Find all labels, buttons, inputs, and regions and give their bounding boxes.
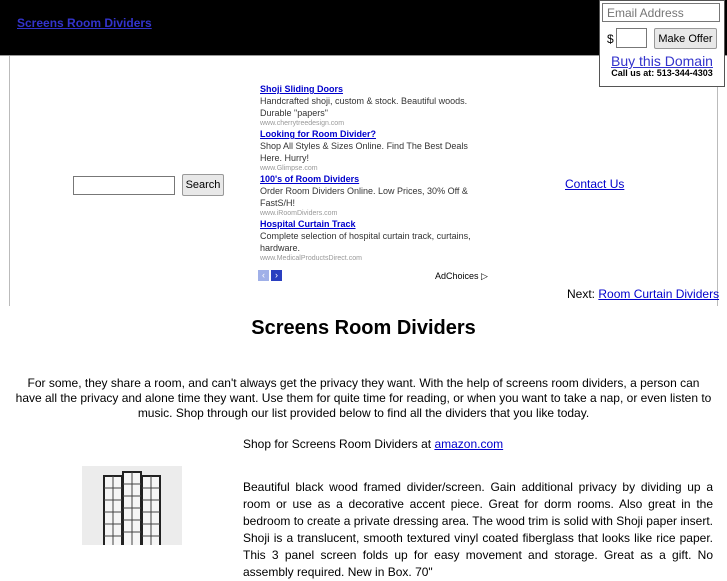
ad-pagination: ‹ ›	[258, 270, 284, 288]
next-page-link[interactable]: Room Curtain Dividers	[598, 287, 719, 301]
shop-prefix: Shop for Screens Room Dividers at	[243, 437, 432, 451]
ad-item: Shoji Sliding Doors Handcrafted shoji, c…	[260, 84, 492, 129]
ad-title-link[interactable]: Looking for Room Divider?	[260, 129, 492, 140]
adchoices-icon: ▷	[481, 271, 488, 281]
folding-screen-icon	[82, 466, 182, 545]
next-navigation: Next: Room Curtain Dividers	[567, 287, 719, 301]
make-offer-button[interactable]: Make Offer	[654, 28, 717, 49]
intro-paragraph: For some, they share a room, and can't a…	[15, 376, 712, 420]
ad-url[interactable]: www.Glimpse.com	[260, 164, 492, 174]
next-prefix: Next:	[567, 287, 596, 301]
site-title-link[interactable]: Screens Room Dividers	[17, 16, 152, 30]
ad-url[interactable]: www.cherrytreedesign.com	[260, 119, 492, 129]
ad-title-link[interactable]: 100's of Room Dividers	[260, 174, 492, 185]
ad-description: Handcrafted shoji, custom & stock. Beaut…	[260, 96, 468, 118]
ad-item: Looking for Room Divider? Shop All Style…	[260, 129, 492, 174]
domain-offer-widget: $ Make Offer Buy this Domain Call us at:…	[599, 0, 725, 87]
ad-item: 100's of Room Dividers Order Room Divide…	[260, 174, 492, 219]
ad-description: Complete selection of hospital curtain t…	[260, 231, 471, 253]
offer-amount-input[interactable]	[616, 28, 647, 48]
ad-title-link[interactable]: Shoji Sliding Doors	[260, 84, 492, 95]
adchoices-link[interactable]: AdChoices ▷	[435, 271, 488, 282]
ad-description: Order Room Dividers Online. Low Prices, …	[260, 186, 468, 208]
buy-domain-link[interactable]: Buy this Domain	[600, 53, 724, 69]
shop-line: Shop for Screens Room Dividers at amazon…	[243, 437, 503, 451]
ad-item: Hospital Curtain Track Complete selectio…	[260, 219, 492, 264]
chevron-right-icon[interactable]: ›	[271, 270, 282, 281]
left-rail	[0, 56, 10, 306]
product-image[interactable]	[82, 466, 182, 545]
amazon-link[interactable]: amazon.com	[434, 437, 503, 451]
currency-symbol: $	[607, 32, 614, 46]
ad-url[interactable]: www.MedicalProductsDirect.com	[260, 254, 492, 264]
contact-area: Contact Us	[565, 177, 624, 191]
adchoices-label: AdChoices	[435, 271, 479, 281]
chevron-left-icon[interactable]: ‹	[258, 270, 269, 281]
ad-block: Shoji Sliding Doors Handcrafted shoji, c…	[260, 84, 492, 264]
search-button[interactable]: Search	[182, 174, 224, 196]
right-rail	[717, 56, 727, 306]
ad-description: Shop All Styles & Sizes Online. Find The…	[260, 141, 468, 163]
ad-title-link[interactable]: Hospital Curtain Track	[260, 219, 492, 230]
search-input[interactable]	[73, 176, 175, 195]
email-field[interactable]	[602, 3, 720, 22]
call-us-text: Call us at: 513-344-4303	[611, 68, 713, 78]
product-description: Beautiful black wood framed divider/scre…	[243, 480, 714, 579]
ad-url[interactable]: www.iRoomDividers.com	[260, 209, 492, 219]
page-title: Screens Room Dividers	[251, 317, 476, 339]
contact-us-link[interactable]: Contact Us	[565, 177, 624, 191]
